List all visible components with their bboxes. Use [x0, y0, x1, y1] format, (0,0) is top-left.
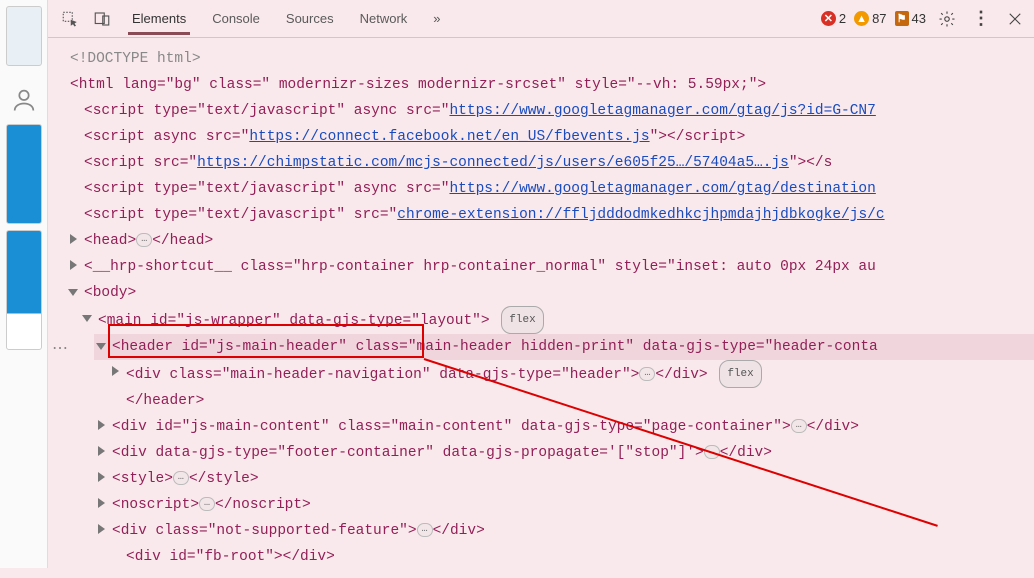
thumb-3: [6, 230, 42, 350]
person-icon: [10, 86, 38, 114]
ellipsis-icon[interactable]: …: [417, 523, 433, 537]
inspect-element-icon[interactable]: [56, 5, 84, 33]
warning-icon: ▲: [854, 11, 869, 26]
tree-line-selected[interactable]: <header id="js-main-header" class="main-…: [94, 334, 1034, 360]
collapse-icon[interactable]: [96, 343, 106, 350]
tab-network[interactable]: Network: [356, 3, 412, 35]
tab-console[interactable]: Console: [208, 3, 264, 35]
gear-icon[interactable]: [934, 6, 960, 32]
warning-count[interactable]: ▲87: [854, 11, 886, 26]
tree-line[interactable]: <!DOCTYPE html>: [52, 46, 1034, 72]
tree-line[interactable]: <script src="https://chimpstatic.com/mcj…: [66, 150, 1034, 176]
ellipsis-icon[interactable]: …: [136, 233, 152, 247]
ellipsis-icon[interactable]: …: [639, 367, 655, 381]
flex-badge[interactable]: flex: [719, 360, 761, 388]
tab-sources[interactable]: Sources: [282, 3, 338, 35]
tree-line[interactable]: <noscript>…</noscript>: [94, 492, 1034, 518]
devtools-panel: Elements Console Sources Network » ✕2 ▲8…: [48, 0, 1034, 568]
tree-line[interactable]: <__hrp-shortcut__ class="hrp-container h…: [66, 254, 1034, 280]
thumb-2: [6, 124, 42, 224]
tree-line[interactable]: <script type="text/javascript" async src…: [66, 98, 1034, 124]
ellipsis-icon[interactable]: …: [791, 419, 807, 433]
devtools-tabs: Elements Console Sources Network »: [128, 3, 445, 35]
ellipsis-icon[interactable]: …: [199, 497, 215, 511]
collapse-icon[interactable]: [68, 289, 78, 296]
flex-badge[interactable]: flex: [501, 306, 543, 334]
close-icon[interactable]: [1002, 6, 1028, 32]
tree-line[interactable]: <div id="js-main-content" class="main-co…: [94, 414, 1034, 440]
tree-line[interactable]: <head>…</head>: [66, 228, 1034, 254]
tree-line[interactable]: <script async src="https://connect.faceb…: [66, 124, 1034, 150]
flag-icon: ⚑: [895, 11, 909, 26]
kebab-icon[interactable]: ⋮: [968, 6, 994, 32]
collapse-icon[interactable]: [82, 315, 92, 322]
device-toolbar-icon[interactable]: [88, 5, 116, 33]
tab-elements[interactable]: Elements: [128, 3, 190, 35]
tree-line[interactable]: <script type="text/javascript" async src…: [66, 176, 1034, 202]
expand-icon[interactable]: [70, 234, 77, 244]
expand-icon[interactable]: [98, 420, 105, 430]
row-indicator-icon: ⋯: [52, 338, 69, 358]
tree-line[interactable]: </header>: [108, 388, 1034, 414]
tree-line[interactable]: <div data-gjs-type="footer-container" da…: [94, 440, 1034, 466]
tree-line[interactable]: <script type="text/javascript" src="chro…: [66, 202, 1034, 228]
more-tabs-icon[interactable]: »: [429, 3, 444, 35]
error-icon: ✕: [821, 11, 836, 26]
thumb-1: [6, 6, 42, 66]
expand-icon[interactable]: [70, 260, 77, 270]
expand-icon[interactable]: [98, 498, 105, 508]
issues-count[interactable]: ⚑43: [895, 11, 926, 26]
tree-line[interactable]: <div class="not-supported-feature">…</di…: [94, 518, 1034, 544]
expand-icon[interactable]: [98, 472, 105, 482]
page-preview-strip: [0, 0, 48, 568]
ellipsis-icon[interactable]: …: [173, 471, 189, 485]
tree-line[interactable]: <body>: [66, 280, 1034, 306]
expand-icon[interactable]: [98, 524, 105, 534]
expand-icon[interactable]: [98, 446, 105, 456]
tree-line[interactable]: <div class="main-header-navigation" data…: [108, 360, 1034, 388]
devtools-toolbar: Elements Console Sources Network » ✕2 ▲8…: [48, 0, 1034, 38]
ellipsis-icon[interactable]: …: [704, 445, 720, 459]
tree-line[interactable]: <div id="fb-root"></div>: [108, 544, 1034, 570]
tree-line[interactable]: <style>…</style>: [94, 466, 1034, 492]
tree-line[interactable]: <main id="js-wrapper" data-gjs-type="lay…: [80, 306, 1034, 334]
tree-line[interactable]: <html lang="bg" class=" modernizr-sizes …: [52, 72, 1034, 98]
dom-tree[interactable]: <!DOCTYPE html> <html lang="bg" class=" …: [48, 38, 1034, 578]
expand-icon[interactable]: [112, 366, 119, 376]
error-count[interactable]: ✕2: [821, 11, 846, 26]
